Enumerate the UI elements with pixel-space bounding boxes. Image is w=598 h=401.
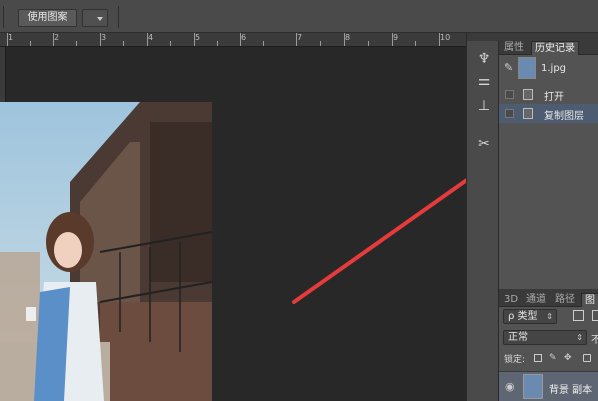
snapshot-name: 1.jpg [541, 63, 567, 74]
opacity-label: 不 [591, 335, 598, 346]
layer-thumbnail [523, 374, 543, 399]
tab-paths[interactable]: 路径 [552, 293, 578, 307]
brush-presets-icon[interactable]: ♆ [474, 49, 494, 69]
tab-3d[interactable]: 3D [501, 293, 521, 307]
image-filter-icon[interactable] [573, 310, 584, 321]
lock-image-icon[interactable]: ✎ [549, 354, 557, 363]
tab-history[interactable]: 历史记录 [531, 41, 579, 55]
eye-icon[interactable]: ◉ [505, 380, 515, 393]
history-step-label: 复制图层 [544, 111, 584, 122]
history-brush-source-icon[interactable]: ✎ [504, 61, 513, 74]
layers-panel-tabs: 3D 通道 路径 图层 [499, 293, 598, 320]
lock-all-icon[interactable] [583, 354, 591, 362]
align-icon[interactable]: ⊥ [474, 96, 494, 116]
blend-mode-label: 正常 [508, 332, 528, 343]
document-icon [523, 89, 533, 100]
collapse-panels-icon[interactable] [467, 33, 500, 41]
layer-name: 背景 副本 [549, 385, 593, 396]
document-icon [523, 108, 533, 119]
history-step-label: 打开 [544, 92, 564, 103]
blend-mode-select[interactable]: 正常 ⇕ [503, 330, 587, 345]
history-step-checkbox[interactable] [505, 90, 514, 99]
chevron-down-icon: ⇕ [576, 333, 583, 342]
history-step[interactable]: 打开 [499, 85, 598, 104]
chevron-down-icon: ⇕ [546, 312, 553, 321]
tab-channels[interactable]: 通道 [523, 293, 549, 307]
history-panel-tabs: 属性 历史记录 [499, 41, 598, 55]
adjustments-icon[interactable]: ⚌ [474, 71, 494, 91]
adjustment-filter-icon[interactable] [592, 310, 598, 321]
layer-row[interactable]: ◉ 背景 副本 [499, 371, 598, 401]
history-panel: ✎ 1.jpg 打开 复制图层 [499, 55, 598, 289]
history-step[interactable]: 复制图层 [499, 104, 598, 123]
lock-label: 锁定: [504, 355, 526, 365]
tab-properties[interactable]: 属性 [501, 41, 527, 55]
snapshot-thumbnail [518, 57, 536, 79]
layer-filter-label: ρ 类型 [508, 311, 538, 322]
history-snapshot[interactable]: ✎ 1.jpg [499, 55, 598, 81]
lock-transparent-icon[interactable] [534, 354, 542, 362]
layer-filter-select[interactable]: ρ 类型 ⇕ [503, 309, 557, 324]
tab-layers[interactable]: 图层 [581, 293, 598, 320]
lock-position-icon[interactable]: ✥ [564, 354, 572, 363]
history-step-checkbox[interactable] [505, 109, 514, 118]
panel-tool-strip: ♆ ⚌ ⊥ ✂ [466, 33, 500, 401]
tool-presets-icon[interactable]: ✂ [474, 134, 494, 154]
